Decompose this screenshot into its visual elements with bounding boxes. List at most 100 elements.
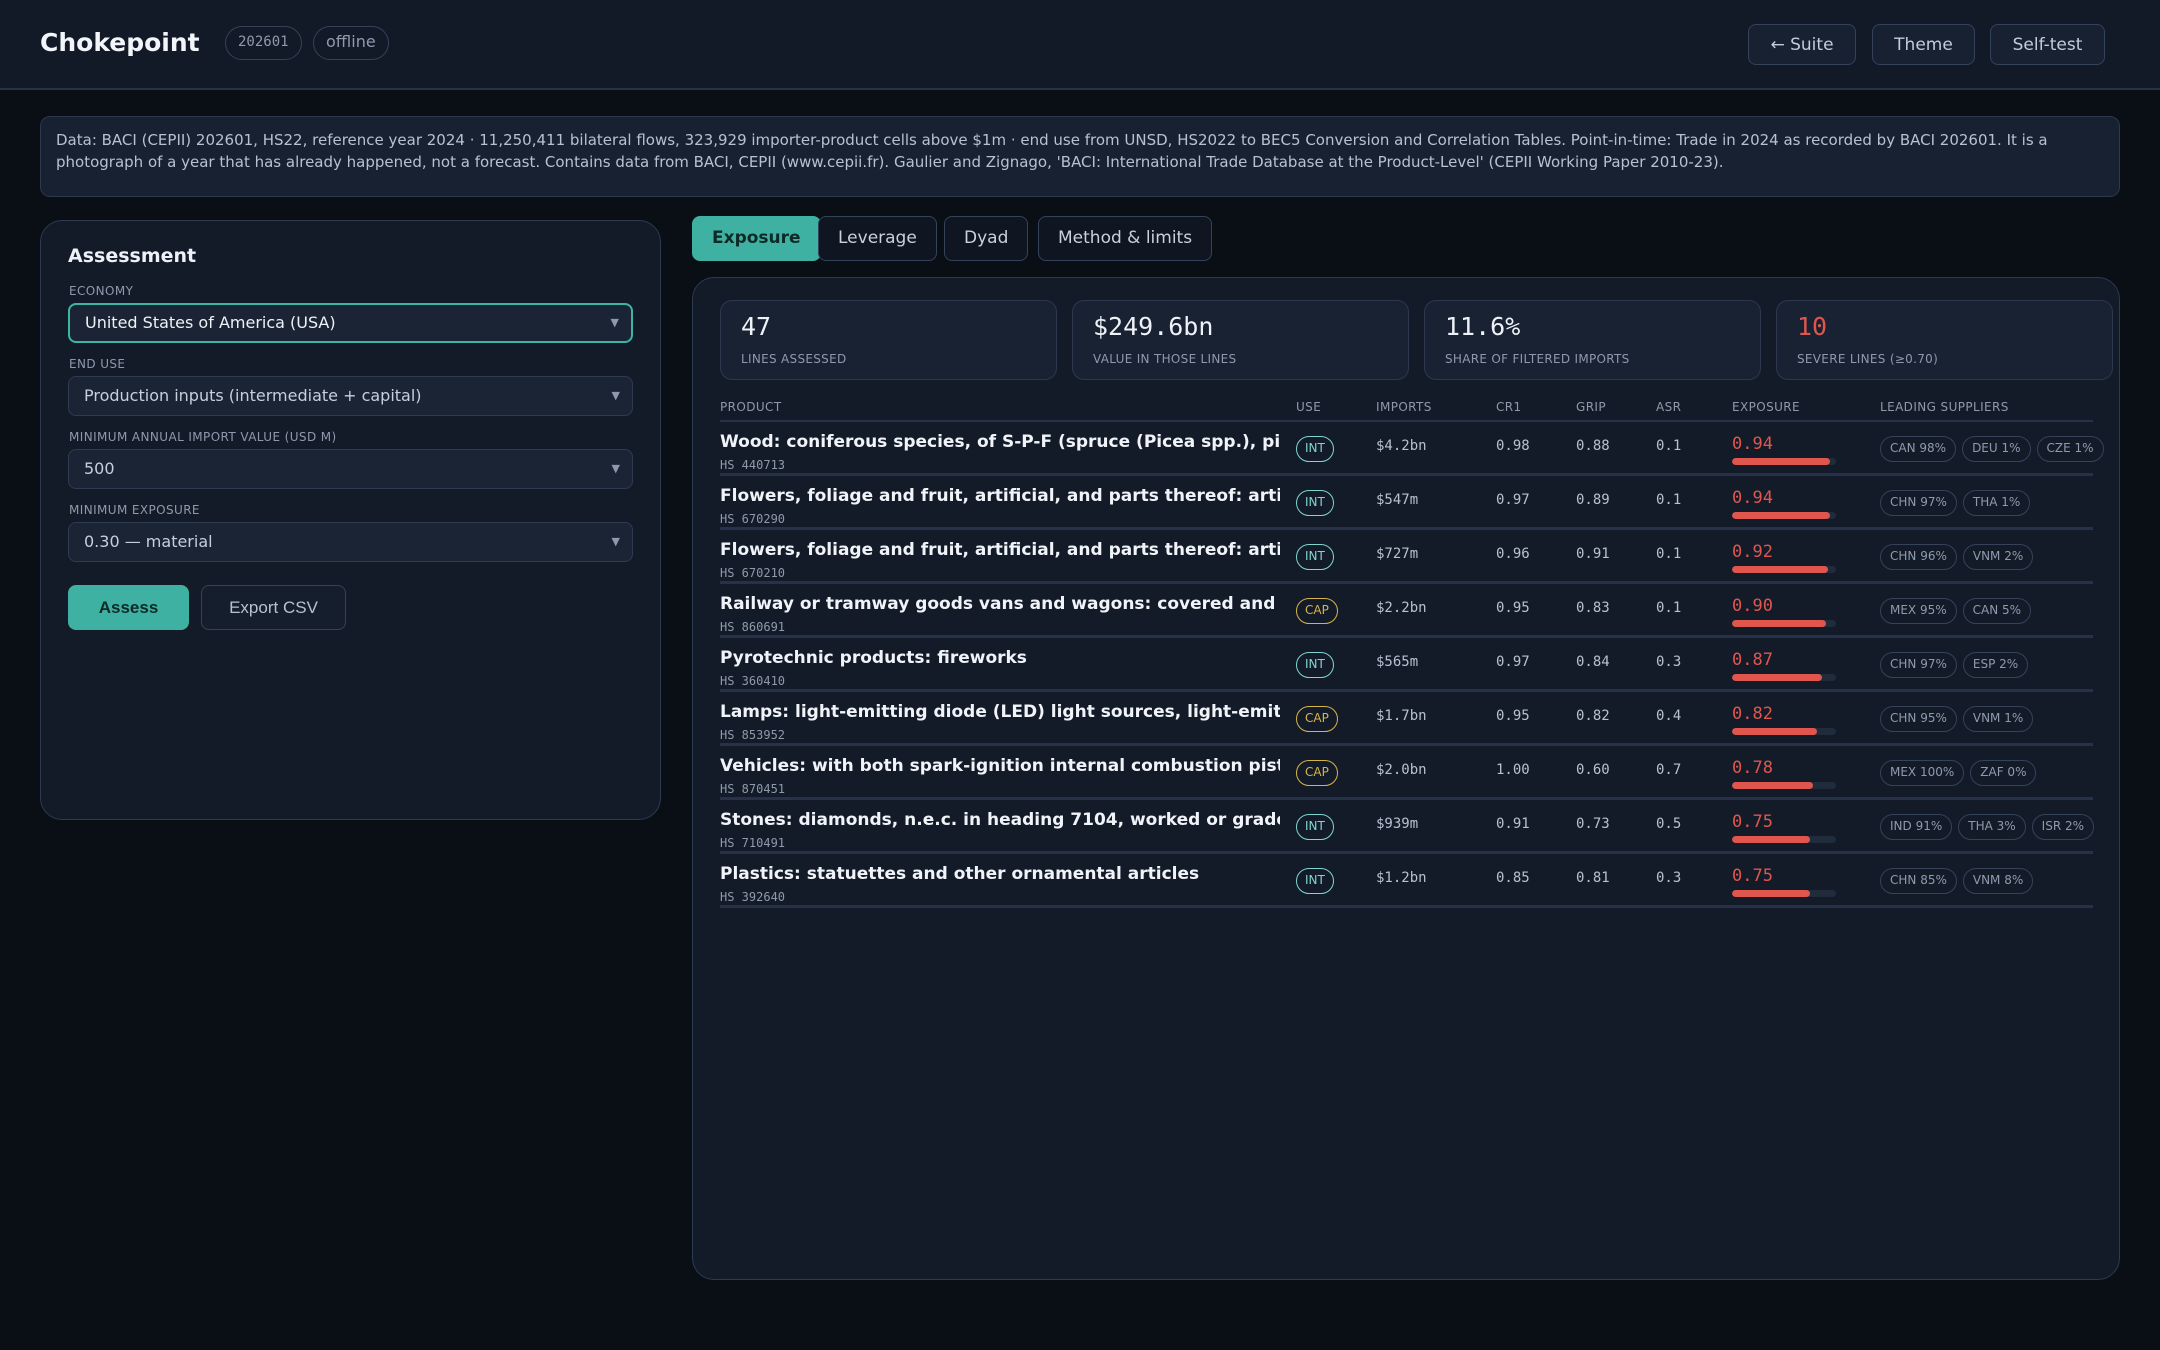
grip-value: 0.73	[1576, 816, 1610, 832]
supplier-chip: ISR 2%	[2031, 814, 2095, 840]
severe-lines-label: SEVERE LINES (≥0.70)	[1797, 352, 1939, 366]
imports-value: $727m	[1376, 546, 1419, 562]
product-name: Vehicles: with both spark-ignition inter…	[720, 756, 1280, 776]
min-import-select[interactable]: 500 ▼	[68, 449, 633, 489]
row-divider	[720, 905, 2093, 908]
table-row[interactable]: Lamps: light-emitting diode (LED) light …	[720, 692, 2093, 746]
hs-code: HS 360410	[720, 674, 786, 688]
exposure-bar	[1732, 890, 1836, 897]
leading-suppliers: MEX 100% ZAF 0%	[1880, 760, 2037, 786]
table-row[interactable]: Railway or tramway goods vans and wagons…	[720, 584, 2093, 638]
lines-assessed-label: LINES ASSESSED	[741, 352, 847, 366]
asr-value: 0.1	[1656, 546, 1682, 562]
exposure-value: 0.92	[1732, 542, 1773, 562]
table-row[interactable]: Stones: diamonds, n.e.c. in heading 7104…	[720, 800, 2095, 854]
grip-value: 0.60	[1576, 762, 1610, 778]
leading-suppliers: CHN 85% VNM 8%	[1880, 868, 2034, 894]
asr-value: 0.7	[1656, 762, 1682, 778]
exposure-value: 0.75	[1732, 812, 1773, 832]
table-row[interactable]: Plastics: statuettes and other ornamenta…	[720, 854, 2093, 908]
supplier-chip: MEX 95%	[1880, 598, 1957, 624]
supplier-chip: DEU 1%	[1962, 436, 2031, 462]
imports-value: $2.2bn	[1376, 600, 1427, 616]
hs-code: HS 670210	[720, 566, 786, 580]
use-badge: INT	[1296, 868, 1334, 894]
supplier-chip: VNM 1%	[1962, 706, 2034, 732]
exposure-value: 0.94	[1732, 434, 1773, 454]
col-header-use: USE	[1296, 400, 1322, 414]
supplier-chip: ZAF 0%	[1970, 760, 2037, 786]
suite-button[interactable]: ← Suite	[1748, 24, 1856, 65]
assessment-panel: Assessment ECONOMY United States of Amer…	[40, 220, 661, 820]
col-header-cr1: CR1	[1496, 400, 1522, 414]
economy-value: United States of America (USA)	[85, 313, 336, 332]
use-badge: INT	[1296, 544, 1334, 570]
tab-exposure[interactable]: Exposure	[692, 216, 821, 261]
self-test-button[interactable]: Self-test	[1990, 24, 2105, 65]
chevron-down-icon: ▼	[611, 535, 620, 548]
table-row[interactable]: Pyrotechnic products: fireworks HS 360410…	[720, 638, 2093, 692]
product-name: Lamps: light-emitting diode (LED) light …	[720, 702, 1280, 722]
leading-suppliers: CAN 98% DEU 1% CZE 1%	[1880, 436, 2104, 462]
exposure-bar	[1732, 782, 1836, 789]
supplier-chip: THA 1%	[1962, 490, 2031, 516]
grip-value: 0.88	[1576, 438, 1610, 454]
export-csv-button[interactable]: Export CSV	[201, 585, 346, 630]
asr-value: 0.3	[1656, 870, 1682, 886]
data-source-banner: Data: BACI (CEPII) 202601, HS22, referen…	[40, 116, 2120, 197]
supplier-chip: CAN 98%	[1880, 436, 1957, 462]
tab-leverage[interactable]: Leverage	[818, 216, 937, 261]
assess-button[interactable]: Assess	[68, 585, 189, 630]
use-badge: INT	[1296, 652, 1334, 678]
exposure-bar-fill	[1732, 620, 1826, 627]
product-name: Flowers, foliage and fruit, artificial, …	[720, 486, 1280, 506]
table-row[interactable]: Flowers, foliage and fruit, artificial, …	[720, 530, 2093, 584]
asr-value: 0.1	[1656, 438, 1682, 454]
summary-card-share: 11.6% SHARE OF FILTERED IMPORTS	[1424, 300, 1761, 380]
cr1-value: 0.97	[1496, 492, 1530, 508]
severe-lines-value: 10	[1797, 312, 1828, 341]
exposure-bar	[1732, 728, 1836, 735]
cr1-value: 0.95	[1496, 708, 1530, 724]
exposure-value: 0.75	[1732, 866, 1773, 886]
use-badge: CAP	[1296, 760, 1338, 786]
exposure-bar-fill	[1732, 512, 1830, 519]
exposure-bar	[1732, 512, 1836, 519]
product-name: Railway or tramway goods vans and wagons…	[720, 594, 1280, 614]
chevron-down-icon: ▼	[611, 462, 620, 475]
exposure-bar-fill	[1732, 836, 1810, 843]
share-label: SHARE OF FILTERED IMPORTS	[1445, 352, 1630, 366]
asr-value: 0.1	[1656, 600, 1682, 616]
min-exposure-select[interactable]: 0.30 — material ▼	[68, 522, 633, 562]
table-row[interactable]: Wood: coniferous species, of S-P-F (spru…	[720, 422, 2104, 476]
hs-code: HS 853952	[720, 728, 786, 742]
imports-value: $2.0bn	[1376, 762, 1427, 778]
asr-value: 0.4	[1656, 708, 1682, 724]
imports-value: $1.7bn	[1376, 708, 1427, 724]
tab-dyad[interactable]: Dyad	[944, 216, 1029, 261]
exposure-value: 0.94	[1732, 488, 1773, 508]
exposure-bar-fill	[1732, 566, 1828, 573]
economy-select[interactable]: United States of America (USA) ▼	[68, 303, 633, 343]
chevron-down-icon: ▼	[610, 316, 619, 329]
exposure-bar	[1732, 836, 1836, 843]
cr1-value: 1.00	[1496, 762, 1530, 778]
cr1-value: 0.95	[1496, 600, 1530, 616]
table-row[interactable]: Flowers, foliage and fruit, artificial, …	[720, 476, 2093, 530]
end-use-select[interactable]: Production inputs (intermediate + capita…	[68, 376, 633, 416]
imports-value: $565m	[1376, 654, 1419, 670]
theme-button[interactable]: Theme	[1872, 24, 1975, 65]
asr-value: 0.5	[1656, 816, 1682, 832]
col-header-imports: IMPORTS	[1376, 400, 1432, 414]
assessment-title: Assessment	[68, 245, 197, 267]
tab-method-limits[interactable]: Method & limits	[1038, 216, 1213, 261]
chevron-down-icon: ▼	[611, 389, 620, 402]
col-header-product: PRODUCT	[720, 400, 782, 414]
col-header-suppliers: LEADING SUPPLIERS	[1880, 400, 2009, 414]
cr1-value: 0.97	[1496, 654, 1530, 670]
grip-value: 0.84	[1576, 654, 1610, 670]
product-name: Flowers, foliage and fruit, artificial, …	[720, 540, 1280, 560]
supplier-chip: ESP 2%	[1962, 652, 2029, 678]
table-row[interactable]: Vehicles: with both spark-ignition inter…	[720, 746, 2093, 800]
cr1-value: 0.91	[1496, 816, 1530, 832]
